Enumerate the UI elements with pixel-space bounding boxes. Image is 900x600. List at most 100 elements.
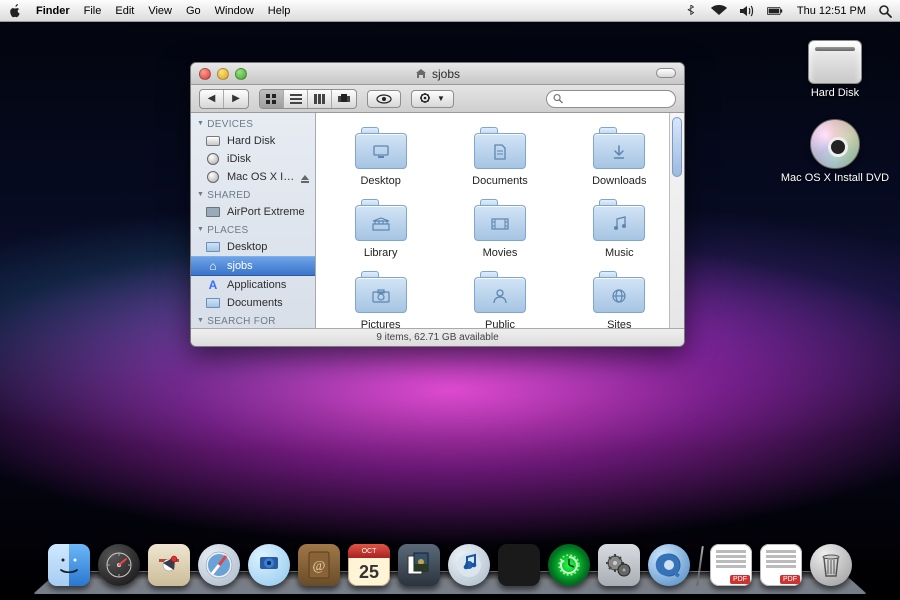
- status-text: 9 items, 62.71 GB available: [376, 332, 498, 343]
- toolbar-toggle-button[interactable]: [656, 68, 676, 78]
- sidebar-item-install-dvd[interactable]: Mac OS X I…: [191, 168, 315, 186]
- sidebar-item-home[interactable]: ⌂sjobs: [191, 256, 315, 276]
- desktop-hard-disk[interactable]: Hard Disk: [780, 40, 890, 99]
- folder-music[interactable]: Music: [565, 199, 674, 259]
- sidebar-item-hard-disk[interactable]: Hard Disk: [191, 132, 315, 150]
- dock-preview[interactable]: [397, 544, 441, 586]
- sidebar-item-airport[interactable]: AirPort Extreme: [191, 203, 315, 221]
- desktop-icon-label: Mac OS X Install DVD: [781, 172, 889, 184]
- back-button[interactable]: ◀: [200, 90, 224, 108]
- dock-addressbook[interactable]: @: [297, 544, 341, 586]
- dock-mail[interactable]: [147, 544, 191, 586]
- view-columns-button[interactable]: [308, 90, 332, 108]
- calendar-icon: OCT25: [348, 544, 390, 586]
- dock-document-2[interactable]: [759, 544, 803, 586]
- desktop-install-dvd[interactable]: Mac OS X Install DVD: [780, 119, 890, 184]
- menu-app-name[interactable]: Finder: [36, 5, 70, 17]
- computer-icon: [206, 207, 220, 217]
- status-bar: 9 items, 62.71 GB available: [191, 328, 684, 346]
- chevron-down-icon: ▼: [437, 94, 445, 103]
- sidebar-header-devices[interactable]: DEVICES: [191, 115, 315, 132]
- search-icon: [553, 93, 563, 104]
- bluetooth-icon[interactable]: [683, 5, 699, 17]
- close-button[interactable]: [199, 68, 211, 80]
- sidebar-item-desktop[interactable]: Desktop: [191, 238, 315, 256]
- folder-documents[interactable]: Documents: [445, 127, 554, 187]
- folder-pictures[interactable]: Pictures: [326, 271, 435, 328]
- apple-menu-icon[interactable]: [8, 4, 22, 18]
- search-input[interactable]: [563, 92, 669, 106]
- ichat-icon: [248, 544, 290, 586]
- action-menu-button[interactable]: ▼: [411, 90, 454, 108]
- sidebar-item-idisk[interactable]: iDisk: [191, 150, 315, 168]
- forward-button[interactable]: ▶: [224, 90, 248, 108]
- itunes-icon: [448, 544, 490, 586]
- menu-bar: Finder File Edit View Go Window Help Thu…: [0, 0, 900, 22]
- dock-document-1[interactable]: [709, 544, 753, 586]
- dock-safari[interactable]: [197, 544, 241, 586]
- menu-go[interactable]: Go: [186, 5, 201, 17]
- menu-edit[interactable]: Edit: [115, 5, 134, 17]
- folder-desktop[interactable]: Desktop: [326, 127, 435, 187]
- safari-icon: [198, 544, 240, 586]
- window-titlebar[interactable]: sjobs: [191, 63, 684, 85]
- hard-disk-icon: [206, 136, 220, 146]
- view-list-button[interactable]: [284, 90, 308, 108]
- menu-clock[interactable]: Thu 12:51 PM: [797, 5, 866, 17]
- volume-icon[interactable]: [739, 5, 755, 17]
- dock-dashboard[interactable]: [97, 544, 141, 586]
- spaces-icon: [498, 544, 540, 586]
- folder-label: Downloads: [592, 175, 646, 187]
- spotlight-icon[interactable]: [878, 4, 892, 18]
- eject-icon[interactable]: [301, 175, 309, 180]
- view-coverflow-button[interactable]: [332, 90, 356, 108]
- menu-view[interactable]: View: [148, 5, 172, 17]
- sidebar-item-applications[interactable]: AApplications: [191, 276, 315, 294]
- folder-icon: [355, 127, 407, 169]
- sidebar-header-places[interactable]: PLACES: [191, 221, 315, 238]
- folder-downloads[interactable]: Downloads: [565, 127, 674, 187]
- desktop-icons: Hard Disk Mac OS X Install DVD: [780, 40, 890, 184]
- menu-help[interactable]: Help: [268, 5, 291, 17]
- folder-library[interactable]: Library: [326, 199, 435, 259]
- view-icons-button[interactable]: [260, 90, 284, 108]
- folder-movies[interactable]: Movies: [445, 199, 554, 259]
- quicklook-button[interactable]: [367, 90, 401, 108]
- zoom-button[interactable]: [235, 68, 247, 80]
- desktop-icon-label: Hard Disk: [811, 87, 859, 99]
- dock-spaces[interactable]: [497, 544, 541, 586]
- sidebar-header-searchfor[interactable]: SEARCH FOR: [191, 312, 315, 328]
- minimize-button[interactable]: [217, 68, 229, 80]
- dock-timemachine[interactable]: [547, 544, 591, 586]
- dock-finder[interactable]: [47, 544, 91, 586]
- dock: @ OCT25: [0, 538, 900, 594]
- folder-sites[interactable]: Sites: [565, 271, 674, 328]
- battery-icon[interactable]: [767, 5, 783, 17]
- folder-public[interactable]: Public: [445, 271, 554, 328]
- preview-icon: [398, 544, 440, 586]
- dashboard-icon: [98, 544, 140, 586]
- airport-icon[interactable]: [711, 5, 727, 17]
- vertical-scrollbar[interactable]: [669, 113, 684, 328]
- folder-icon: [593, 271, 645, 313]
- sidebar-item-label: Desktop: [227, 241, 267, 253]
- dock-itunes[interactable]: [447, 544, 491, 586]
- scrollbar-thumb[interactable]: [672, 117, 682, 177]
- dock-ical[interactable]: OCT25: [347, 544, 391, 586]
- mail-icon: [148, 544, 190, 586]
- dock-trash[interactable]: [809, 544, 853, 586]
- menu-window[interactable]: Window: [215, 5, 254, 17]
- folder-icon: [355, 271, 407, 313]
- search-field[interactable]: [546, 90, 676, 108]
- folder-label: Public: [485, 319, 515, 328]
- dock-ichat[interactable]: [247, 544, 291, 586]
- sidebar-item-documents[interactable]: Documents: [191, 294, 315, 312]
- folder-label: Sites: [607, 319, 631, 328]
- window-title: sjobs: [432, 67, 460, 81]
- menu-file[interactable]: File: [84, 5, 102, 17]
- folder-icon: [474, 199, 526, 241]
- dock-quicktime[interactable]: [647, 544, 691, 586]
- dock-system-preferences[interactable]: [597, 544, 641, 586]
- sidebar-header-shared[interactable]: SHARED: [191, 186, 315, 203]
- finder-content[interactable]: DesktopDocuments Downloads LibraryMoviesMu…: [316, 113, 684, 328]
